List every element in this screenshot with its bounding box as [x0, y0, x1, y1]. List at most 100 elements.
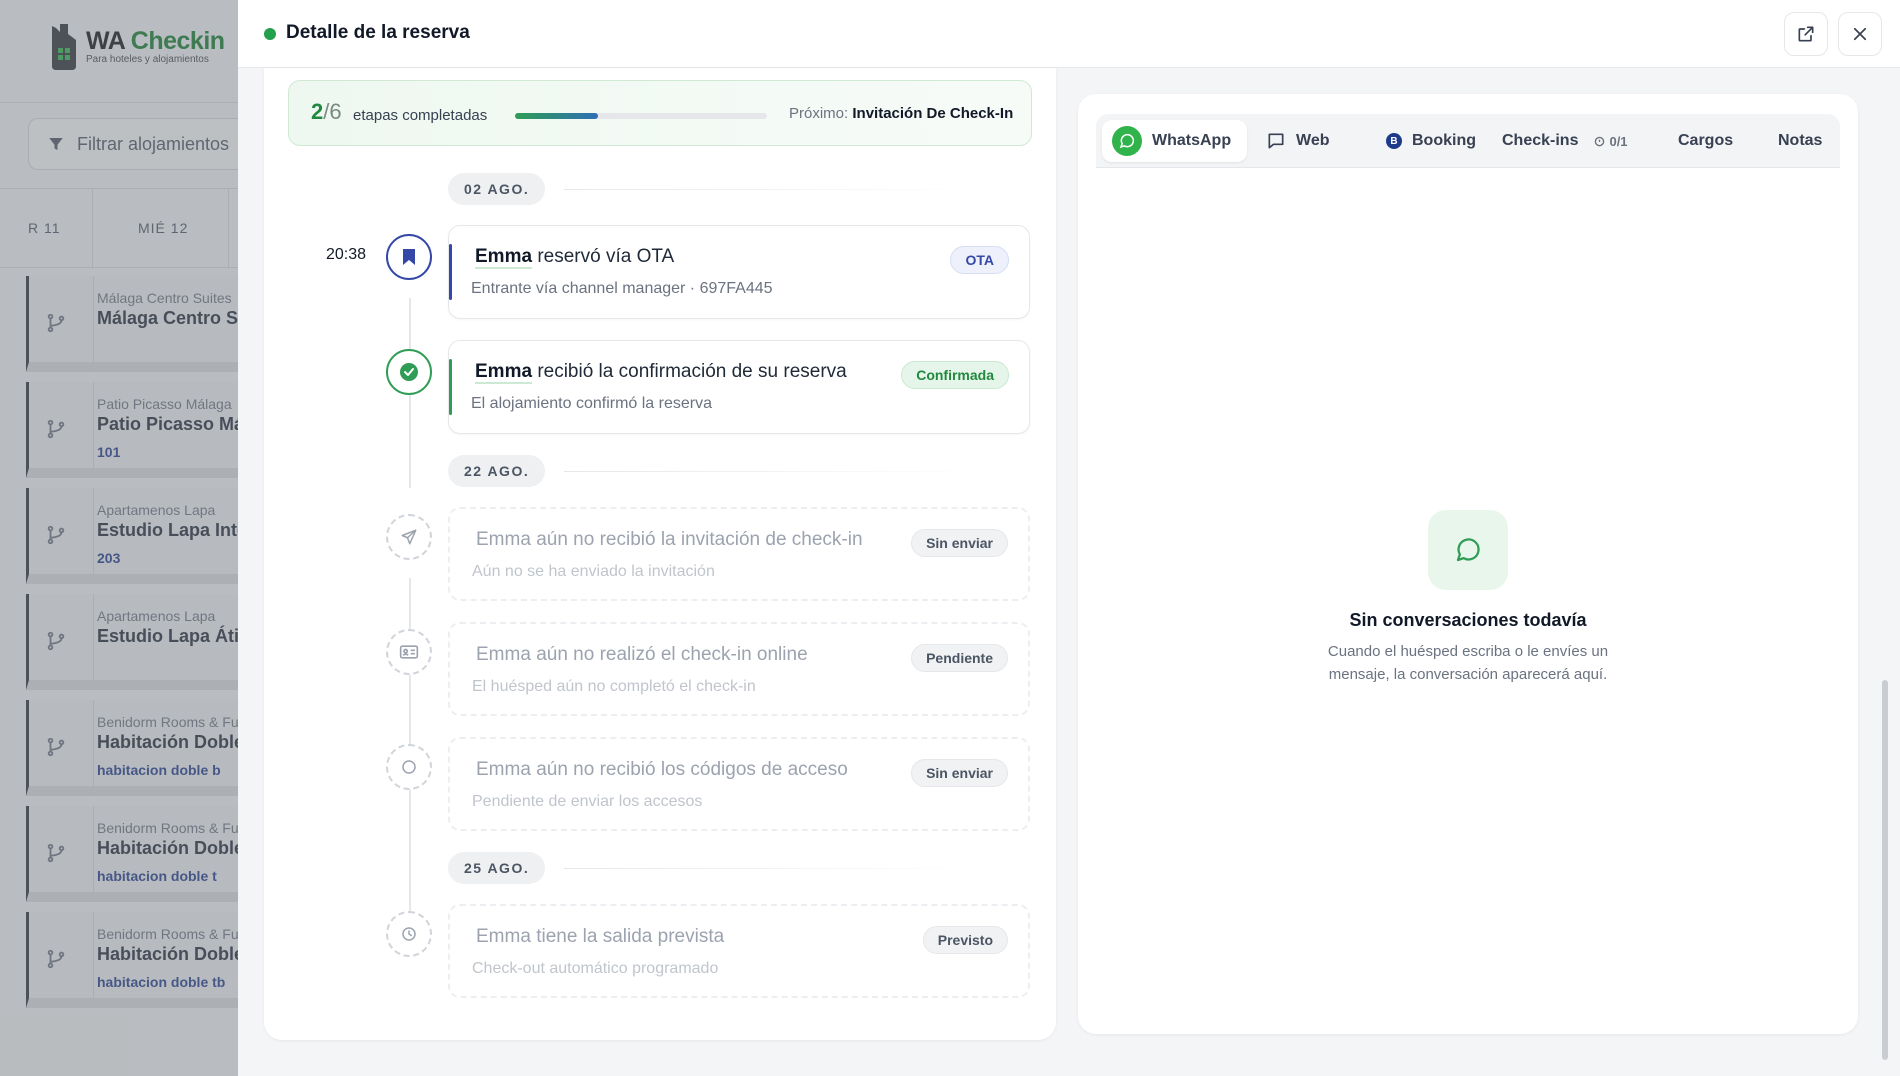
next-step: Próximo: Invitación De Check-In	[789, 105, 1013, 122]
event-title: Emma aún no realizó el check-in online	[476, 644, 808, 666]
progress-bar	[515, 113, 767, 119]
clock-icon	[402, 927, 416, 941]
event-node	[386, 629, 432, 675]
status-badge: OTA	[950, 246, 1009, 274]
tab-whatsapp[interactable]: WhatsApp	[1102, 120, 1248, 162]
date-divider	[564, 868, 984, 869]
progress-summary: 2/6 etapas completadas Próximo: Invitaci…	[288, 80, 1032, 146]
checkins-count-value: 0/1	[1609, 133, 1628, 149]
status-badge: Confirmada	[901, 361, 1009, 389]
event-action: aún no realizó el check-in online	[536, 644, 808, 665]
date-divider	[564, 189, 984, 190]
progress-label: etapas completadas	[353, 107, 488, 124]
event-time: 20:38	[326, 246, 367, 263]
modal-header: Detalle de la reserva	[238, 0, 1900, 68]
tab-web[interactable]: Web	[1266, 120, 1329, 162]
timeline-panel: 2/6 etapas completadas Próximo: Invitaci…	[264, 68, 1056, 1040]
event-subtitle: El huésped aún no completó el check-in	[472, 678, 756, 695]
status-dot	[264, 28, 276, 40]
progress-total: /6	[323, 99, 342, 124]
empty-chat-icon	[1428, 510, 1508, 590]
guest-name: Emma	[476, 759, 531, 780]
guest-name: Emma	[476, 529, 531, 550]
modal-backdrop[interactable]	[0, 0, 240, 1076]
date-divider	[564, 471, 984, 472]
empty-state-text: Cuando el huésped escriba o le envíes un…	[1327, 643, 1609, 683]
close-icon	[1853, 27, 1867, 41]
guest-name: Emma	[475, 361, 533, 384]
event-subtitle: Check-out automático programado	[472, 960, 719, 977]
event-accent	[449, 359, 452, 415]
tab-label: Check-ins	[1502, 132, 1579, 149]
tab-booking[interactable]: B Booking	[1386, 120, 1476, 162]
event-node	[386, 514, 432, 560]
booking-icon: B	[1386, 133, 1402, 149]
send-icon	[401, 529, 417, 545]
circle-icon	[402, 760, 416, 774]
event-subtitle: Pendiente de enviar los accesos	[472, 793, 703, 810]
guest-name: Emma	[475, 246, 533, 269]
tab-label: Notas	[1778, 132, 1823, 149]
event-node	[386, 349, 432, 395]
event-title: Emma aún no recibió los códigos de acces…	[476, 759, 848, 781]
reservation-detail-modal: Detalle de la reserva 2/6 etapas complet…	[238, 0, 1900, 1076]
info-icon	[1595, 136, 1605, 146]
event-card[interactable]: Emma reservó vía OTA Entrante vía channe…	[448, 225, 1030, 319]
event-node	[386, 744, 432, 790]
event-action: recibió la confirmación de su reserva	[537, 361, 847, 382]
id-card-icon	[399, 645, 419, 659]
event-subtitle: Entrante vía channel manager · 697FA445	[471, 280, 773, 297]
status-badge: Sin enviar	[911, 759, 1008, 787]
next-step-value: Invitación De Check-In	[852, 105, 1014, 122]
event-title: Emma tiene la salida prevista	[476, 926, 724, 948]
event-action: tiene la salida prevista	[536, 926, 725, 947]
event-card[interactable]: Emma tiene la salida prevista Check-out …	[448, 904, 1030, 998]
tab-label: Cargos	[1678, 132, 1734, 149]
external-link-icon	[1798, 26, 1814, 42]
event-card[interactable]: Emma aún no recibió los códigos de acces…	[448, 737, 1030, 831]
open-external-button[interactable]	[1784, 12, 1828, 56]
event-title: Emma aún no recibió la invitación de che…	[476, 529, 863, 551]
tab-cargos[interactable]: Cargos	[1678, 120, 1733, 162]
empty-state-title: Sin conversaciones todavía	[1349, 610, 1587, 630]
close-button[interactable]	[1838, 12, 1882, 56]
date-separator: 25 AGO.	[448, 852, 546, 884]
status-badge: Previsto	[922, 926, 1008, 954]
chat-bubble-icon	[1268, 133, 1284, 149]
check-circle-icon	[400, 363, 418, 381]
modal-scrollbar[interactable]	[1882, 680, 1888, 1060]
event-accent	[449, 244, 452, 300]
progress-bar-fill	[515, 113, 599, 119]
conversations-panel: WhatsApp Web B Booking Check-ins 0/1 Car…	[1078, 94, 1858, 1034]
event-action: reservó vía OTA	[537, 246, 675, 267]
event-title: Emma reservó vía OTA	[475, 246, 675, 269]
guest-name: Emma	[476, 926, 531, 947]
date-separator: 22 AGO.	[448, 455, 546, 487]
tab-label: Web	[1296, 132, 1330, 149]
status-badge: Sin enviar	[911, 529, 1008, 557]
modal-title: Detalle de la reserva	[286, 22, 470, 43]
background-app: WA Checkin Para hoteles y alojamientos F…	[0, 0, 240, 1076]
tab-notas[interactable]: Notas	[1778, 120, 1822, 162]
tab-label: Booking	[1412, 132, 1476, 149]
checkins-count: 0/1	[1594, 133, 1628, 149]
whatsapp-icon	[1112, 126, 1142, 156]
date-separator: 02 AGO.	[448, 173, 546, 205]
progress-done: 2	[311, 99, 324, 124]
channel-tabs: WhatsApp Web B Booking Check-ins 0/1 Car…	[1096, 114, 1840, 168]
event-title: Emma recibió la confirmación de su reser…	[475, 361, 847, 384]
next-step-label: Próximo:	[789, 105, 849, 122]
event-card[interactable]: Emma aún no realizó el check-in online E…	[448, 622, 1030, 716]
status-badge: Pendiente	[911, 644, 1008, 672]
event-subtitle: Aún no se ha enviado la invitación	[472, 563, 715, 580]
tab-checkins[interactable]: Check-ins 0/1	[1502, 120, 1628, 162]
tab-label: WhatsApp	[1152, 132, 1232, 149]
event-subtitle: El alojamiento confirmó la reserva	[471, 395, 712, 412]
event-action: aún no recibió la invitación de check-in	[536, 529, 863, 550]
guest-name: Emma	[476, 644, 531, 665]
event-node	[386, 911, 432, 957]
bookmark-icon	[403, 249, 415, 265]
event-card[interactable]: Emma recibió la confirmación de su reser…	[448, 340, 1030, 434]
event-node	[386, 234, 432, 280]
event-card[interactable]: Emma aún no recibió la invitación de che…	[448, 507, 1030, 601]
